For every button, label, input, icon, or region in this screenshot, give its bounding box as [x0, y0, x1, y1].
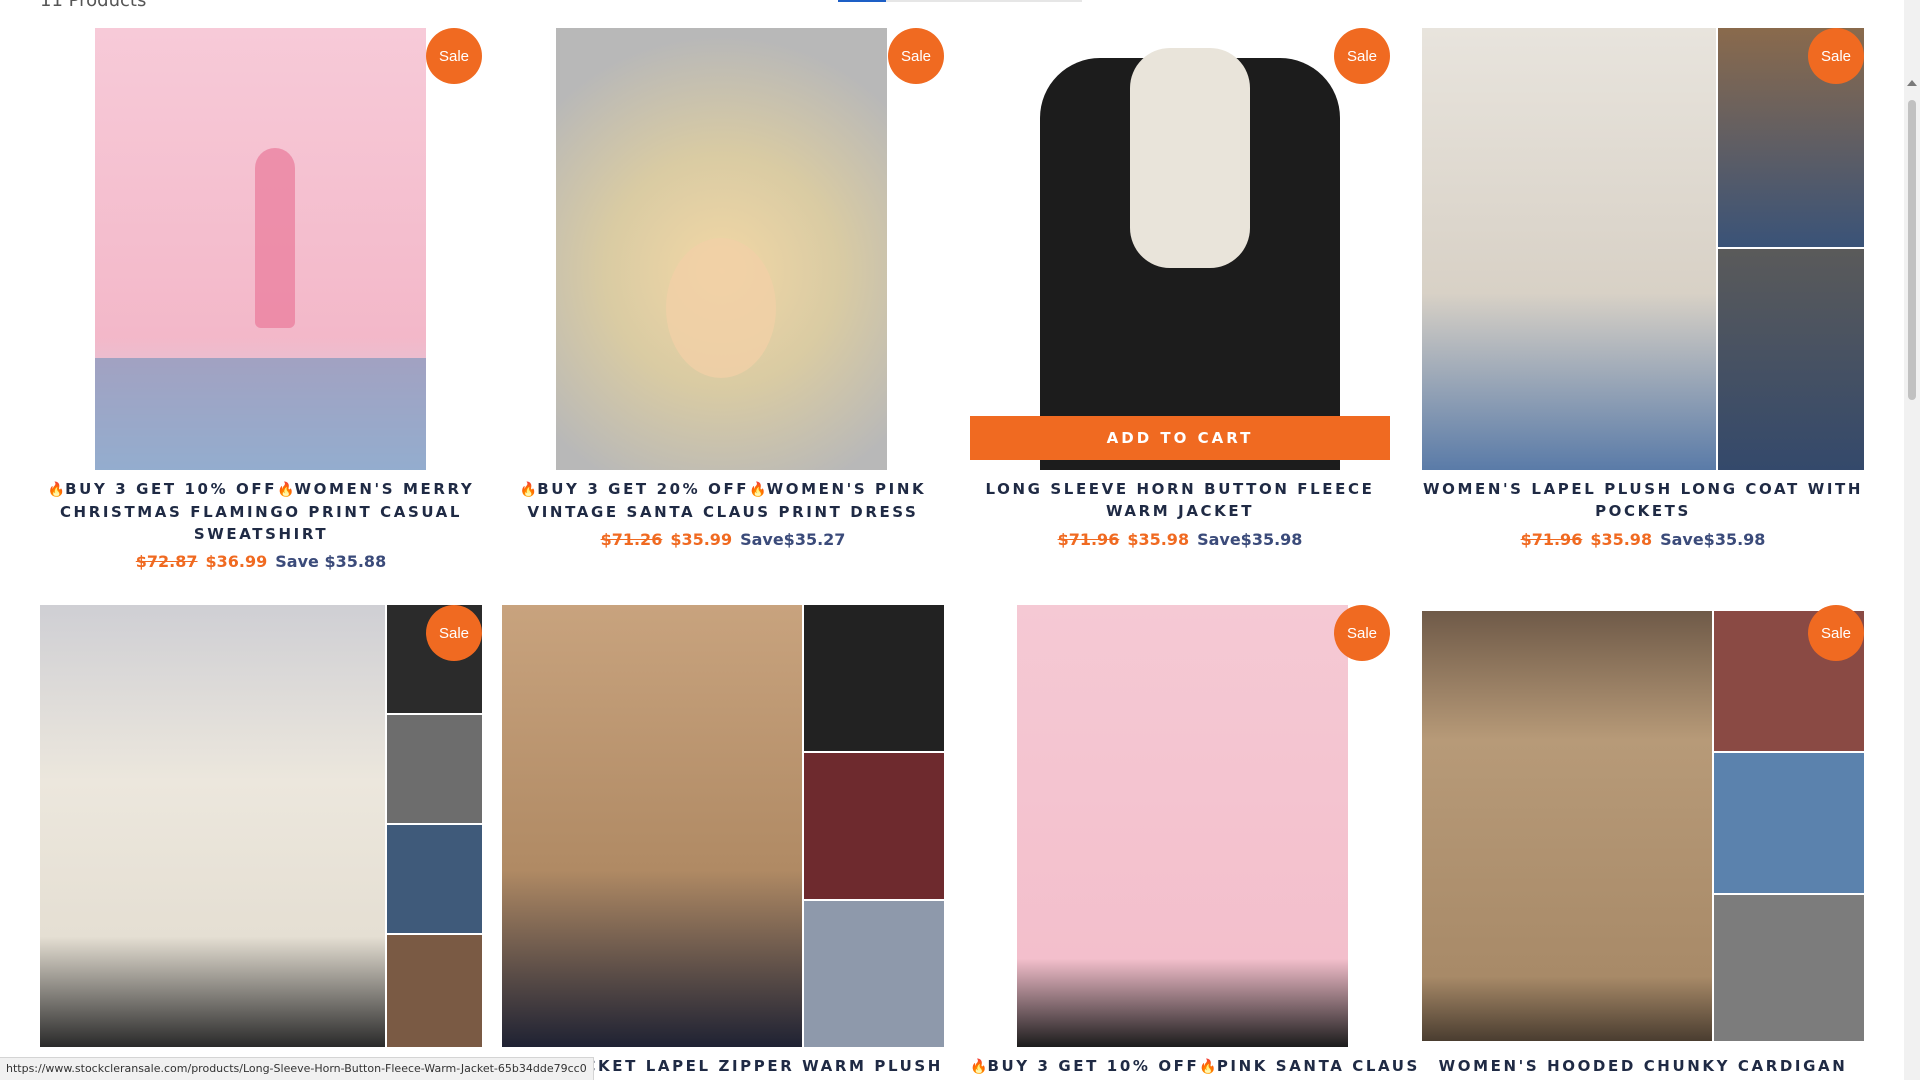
original-price: $71.96	[1520, 530, 1583, 549]
beige-plush-coat-image	[1422, 28, 1716, 470]
fire-icon: 🔥	[519, 482, 538, 498]
gray-coat-thumbnail	[1718, 249, 1864, 470]
product-title[interactable]: 🔥BUY 3 GET 20% OFF🔥WOMEN'S PINK VINTAGE …	[502, 478, 944, 523]
camel-fleece-jacket-image	[502, 605, 802, 1047]
blue-gray-fleece-thumbnail	[804, 901, 944, 1047]
santa-face-graphic	[666, 238, 776, 378]
view-tab-active[interactable]	[838, 0, 886, 2]
blue-jacket-thumbnail	[387, 825, 482, 933]
black-fleece-thumbnail	[804, 605, 944, 751]
product-image[interactable]: Sale	[970, 605, 1412, 1047]
status-bar-url: https://www.stockcleransale.com/products…	[0, 1057, 594, 1080]
gray-jacket-thumbnail	[387, 715, 482, 823]
black-fleece-jacket-image	[970, 28, 1390, 470]
fire-icon: 🔥	[47, 482, 66, 498]
product-title[interactable]: WOMEN'S HOODED CHUNKY CARDIGAN	[1422, 1055, 1864, 1077]
product-title[interactable]: 🔥BUY 3 GET 10% OFF🔥PINK SANTA CLAUS	[970, 1055, 1417, 1078]
sale-badge: Sale	[1334, 605, 1390, 661]
cream-plush-jacket-image	[40, 605, 385, 1047]
sale-price: $35.98	[1127, 530, 1190, 549]
sale-badge: Sale	[888, 28, 944, 84]
original-price: $71.26	[600, 530, 663, 549]
product-count: 11 Products	[40, 0, 147, 11]
fire-icon: 🔥	[277, 482, 295, 498]
jeans-graphic	[95, 358, 426, 470]
pink-flamingo-sweatshirt-image	[95, 28, 426, 470]
product-title[interactable]: WOMEN'S LAPEL PLUSH LONG COAT WITH POCKE…	[1422, 478, 1864, 522]
product-image[interactable]: ADD TO CART Sale	[970, 28, 1412, 470]
product-image[interactable]: Sale	[40, 28, 482, 470]
sale-badge: Sale	[1808, 605, 1864, 661]
pink-santa-sweatshirt-image	[1017, 605, 1348, 1047]
fire-icon: 🔥	[1199, 1059, 1217, 1075]
santa-dress-image	[556, 28, 887, 470]
product-image[interactable]: Sale	[502, 28, 944, 470]
sale-price: $36.99	[205, 552, 268, 571]
savings-text: Save$35.98	[1197, 530, 1303, 549]
savings-text: Save$35.27	[740, 530, 846, 549]
product-title[interactable]: 🔥BUY 3 GET 10% OFF🔥WOMEN'S MERRY CHRISTM…	[40, 478, 482, 545]
sale-badge: Sale	[426, 28, 482, 84]
add-to-cart-button[interactable]: ADD TO CART	[970, 416, 1390, 460]
chunky-cardigan-image	[1422, 611, 1712, 1041]
product-image[interactable]	[502, 605, 944, 1047]
brown-jacket-thumbnail	[387, 935, 482, 1047]
fire-icon: 🔥	[749, 482, 767, 498]
product-image[interactable]: Sale	[1422, 28, 1864, 470]
page-scrollbar[interactable]	[1904, 0, 1920, 1080]
original-price: $71.96	[1057, 530, 1120, 549]
sale-badge: Sale	[1808, 28, 1864, 84]
sale-price: $35.99	[670, 530, 733, 549]
original-price: $72.87	[135, 552, 198, 571]
fire-icon: 🔥	[970, 1059, 988, 1075]
sale-badge: Sale	[426, 605, 482, 661]
scrollbar-thumb[interactable]	[1908, 100, 1916, 400]
burgundy-fleece-thumbnail	[804, 753, 944, 899]
price-row: $71.96 $35.98 Save$35.98	[970, 530, 1390, 549]
fleece-lining-graphic	[1130, 48, 1250, 268]
price-row: $71.26 $35.99 Save$35.27	[502, 530, 944, 549]
gray-cardigan-thumbnail	[1714, 895, 1864, 1041]
price-row: $71.96 $35.98 Save$35.98	[1422, 530, 1864, 549]
scroll-up-arrow-icon[interactable]	[1907, 80, 1917, 86]
price-row: $72.87 $36.99 Save $35.88	[40, 552, 482, 571]
blue-cardigan-thumbnail	[1714, 753, 1864, 893]
product-title[interactable]: JACKET LAPEL ZIPPER WARM PLUSH	[562, 1055, 944, 1077]
product-image[interactable]: Sale	[40, 605, 482, 1047]
sale-price: $35.98	[1590, 530, 1653, 549]
view-tabs[interactable]	[838, 0, 1082, 2]
savings-text: Save$35.98	[1660, 530, 1766, 549]
savings-text: Save $35.88	[275, 552, 387, 571]
sale-badge: Sale	[1334, 28, 1390, 84]
product-image[interactable]: Sale	[1422, 605, 1864, 1047]
flamingo-graphic	[255, 148, 295, 328]
product-title[interactable]: LONG SLEEVE HORN BUTTON FLEECE WARM JACK…	[970, 478, 1390, 522]
